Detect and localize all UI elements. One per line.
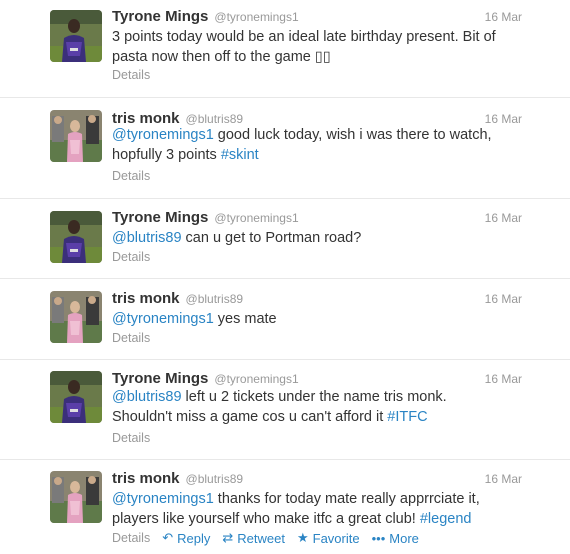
reply-icon: ↶ — [162, 530, 174, 545]
tweet-item[interactable]: tris monk @blutris89 16 Mar @tyronemings1… — [0, 459, 570, 554]
hashtag-link[interactable]: #ITFC — [387, 409, 427, 425]
hashtag-link[interactable]: #skint — [221, 147, 259, 163]
details-link[interactable]: Details — [112, 250, 150, 264]
tweet-text-segment: can u get to Portman road? — [181, 230, 362, 246]
user-fullname[interactable]: Tyrone Mings — [112, 209, 208, 226]
tweet-footer: Details — [112, 250, 150, 264]
tweet-text-line: pasta now then off to the game ▯▯ — [112, 47, 532, 67]
mention-link[interactable]: @tyronemings1 — [112, 311, 214, 327]
tweet-text: @tyronemings1 thanks for today mate real… — [112, 489, 532, 529]
tweet-timestamp[interactable]: 16 Mar — [485, 10, 522, 24]
hashtag-link[interactable]: #legend — [420, 511, 472, 527]
tweet-header: tris monk @blutris89 16 Mar — [112, 290, 522, 307]
avatar[interactable] — [50, 371, 102, 423]
tweet-footer: Details ↶ Reply ⇄ Retweet ★ Favorite •••… — [112, 530, 419, 546]
tweet-item[interactable]: Tyrone Mings @tyronemings1 16 Mar @blutri… — [0, 359, 570, 459]
tweet-text-line: @blutris89 can u get to Portman road? — [112, 228, 532, 248]
user-handle[interactable]: @blutris89 — [186, 292, 244, 306]
tweet-text-segment: Shouldn't miss a game cos u can't afford… — [112, 409, 388, 425]
tweet-header: tris monk @blutris89 16 Mar — [112, 470, 522, 487]
user-fullname[interactable]: Tyrone Mings — [112, 370, 208, 387]
tweet-header: Tyrone Mings @tyronemings1 16 Mar — [112, 370, 522, 387]
avatar[interactable] — [50, 10, 102, 62]
tweet-text-line: 3 points today would be an ideal late bi… — [112, 27, 532, 47]
tweet-item[interactable]: Tyrone Mings @tyronemings1 16 Mar 3 point… — [0, 0, 570, 97]
user-handle[interactable]: @blutris89 — [186, 112, 244, 126]
tweet-text-segment: hopfully 3 points — [112, 147, 221, 163]
tweet-text-line: @tyronemings1 good luck today, wish i wa… — [112, 125, 532, 145]
favorite-label: Favorite — [312, 530, 360, 546]
mention-link[interactable]: @tyronemings1 — [112, 491, 214, 507]
tweet-timeline: Tyrone Mings @tyronemings1 16 Mar 3 point… — [0, 0, 570, 554]
tweet-text: 3 points today would be an ideal late bi… — [112, 27, 532, 67]
tweet-timestamp[interactable]: 16 Mar — [485, 372, 522, 386]
tweet-text-line: @tyronemings1 yes mate — [112, 309, 532, 329]
tweet-footer: Details — [112, 331, 150, 345]
tweet-text-segment: 3 points today would be an ideal late bi… — [112, 29, 496, 45]
details-link[interactable]: Details — [112, 431, 150, 445]
tweet-timestamp[interactable]: 16 Mar — [485, 211, 522, 225]
user-handle[interactable]: @tyronemings1 — [214, 211, 298, 225]
tweet-text-line: hopfully 3 points #skint — [112, 145, 532, 165]
tweet-timestamp[interactable]: 16 Mar — [485, 472, 522, 486]
avatar[interactable] — [50, 110, 102, 162]
user-fullname[interactable]: tris monk — [112, 470, 180, 487]
tweet-text-line: Shouldn't miss a game cos u can't afford… — [112, 407, 532, 427]
more-label: More — [389, 530, 419, 546]
user-fullname[interactable]: Tyrone Mings — [112, 8, 208, 25]
retweet-label: Retweet — [237, 530, 285, 546]
mention-link[interactable]: @blutris89 — [112, 389, 182, 405]
avatar[interactable] — [50, 291, 102, 343]
tweet-item[interactable]: tris monk @blutris89 16 Mar @tyronemings1… — [0, 97, 570, 198]
user-handle[interactable]: @tyronemings1 — [214, 372, 298, 386]
tweet-text-segment: thanks for today mate really apprrciate … — [213, 491, 480, 507]
tweet-item[interactable]: Tyrone Mings @tyronemings1 16 Mar @blutri… — [0, 198, 570, 278]
tweet-text-segment: ▯▯ — [314, 49, 331, 65]
tweet-text: @blutris89 can u get to Portman road? — [112, 228, 532, 248]
user-handle[interactable]: @blutris89 — [186, 472, 244, 486]
tweet-text-segment: left u 2 tickets under the name tris mon… — [181, 389, 447, 405]
retweet-icon: ⇄ — [222, 530, 234, 545]
user-handle[interactable]: @tyronemings1 — [214, 10, 298, 24]
tweet-text: @tyronemings1 good luck today, wish i wa… — [112, 125, 532, 165]
retweet-button[interactable]: ⇄ Retweet — [222, 530, 285, 546]
more-icon: ••• — [371, 530, 386, 546]
star-icon: ★ — [296, 530, 309, 545]
tweet-text-line: @blutris89 left u 2 tickets under the na… — [112, 387, 532, 407]
tweet-footer: Details — [112, 68, 150, 82]
tweet-text-segment: good luck today, wish i was there to wat… — [213, 127, 492, 143]
details-link[interactable]: Details — [112, 169, 150, 183]
reply-label: Reply — [177, 530, 211, 546]
tweet-text-line: @tyronemings1 thanks for today mate real… — [112, 489, 532, 509]
user-fullname[interactable]: tris monk — [112, 290, 180, 307]
tweet-text: @blutris89 left u 2 tickets under the na… — [112, 387, 532, 427]
tweet-text-segment: players like yourself who make itfc a gr… — [112, 511, 420, 527]
mention-link[interactable]: @tyronemings1 — [112, 127, 214, 143]
tweet-header: Tyrone Mings @tyronemings1 16 Mar — [112, 8, 522, 25]
favorite-button[interactable]: ★ Favorite — [297, 530, 360, 546]
mention-link[interactable]: @blutris89 — [112, 230, 182, 246]
tweet-timestamp[interactable]: 16 Mar — [485, 112, 522, 126]
tweet-timestamp[interactable]: 16 Mar — [485, 292, 522, 306]
details-link[interactable]: Details — [112, 331, 150, 345]
tweet-text: @tyronemings1 yes mate — [112, 309, 532, 329]
tweet-footer: Details — [112, 431, 150, 445]
tweet-footer: Details — [112, 169, 150, 183]
tweet-item[interactable]: tris monk @blutris89 16 Mar @tyronemings1… — [0, 278, 570, 359]
tweet-header: Tyrone Mings @tyronemings1 16 Mar — [112, 209, 522, 226]
reply-button[interactable]: ↶ Reply — [162, 530, 210, 546]
more-button[interactable]: ••• More — [372, 531, 419, 546]
tweet-text-line: players like yourself who make itfc a gr… — [112, 509, 532, 529]
avatar[interactable] — [50, 471, 102, 523]
tweet-text-segment: pasta now then off to the game — [112, 49, 315, 65]
avatar[interactable] — [50, 211, 102, 263]
details-link[interactable]: Details — [112, 68, 150, 82]
tweet-text-segment: yes mate — [213, 311, 277, 327]
details-link[interactable]: Details — [112, 531, 150, 545]
